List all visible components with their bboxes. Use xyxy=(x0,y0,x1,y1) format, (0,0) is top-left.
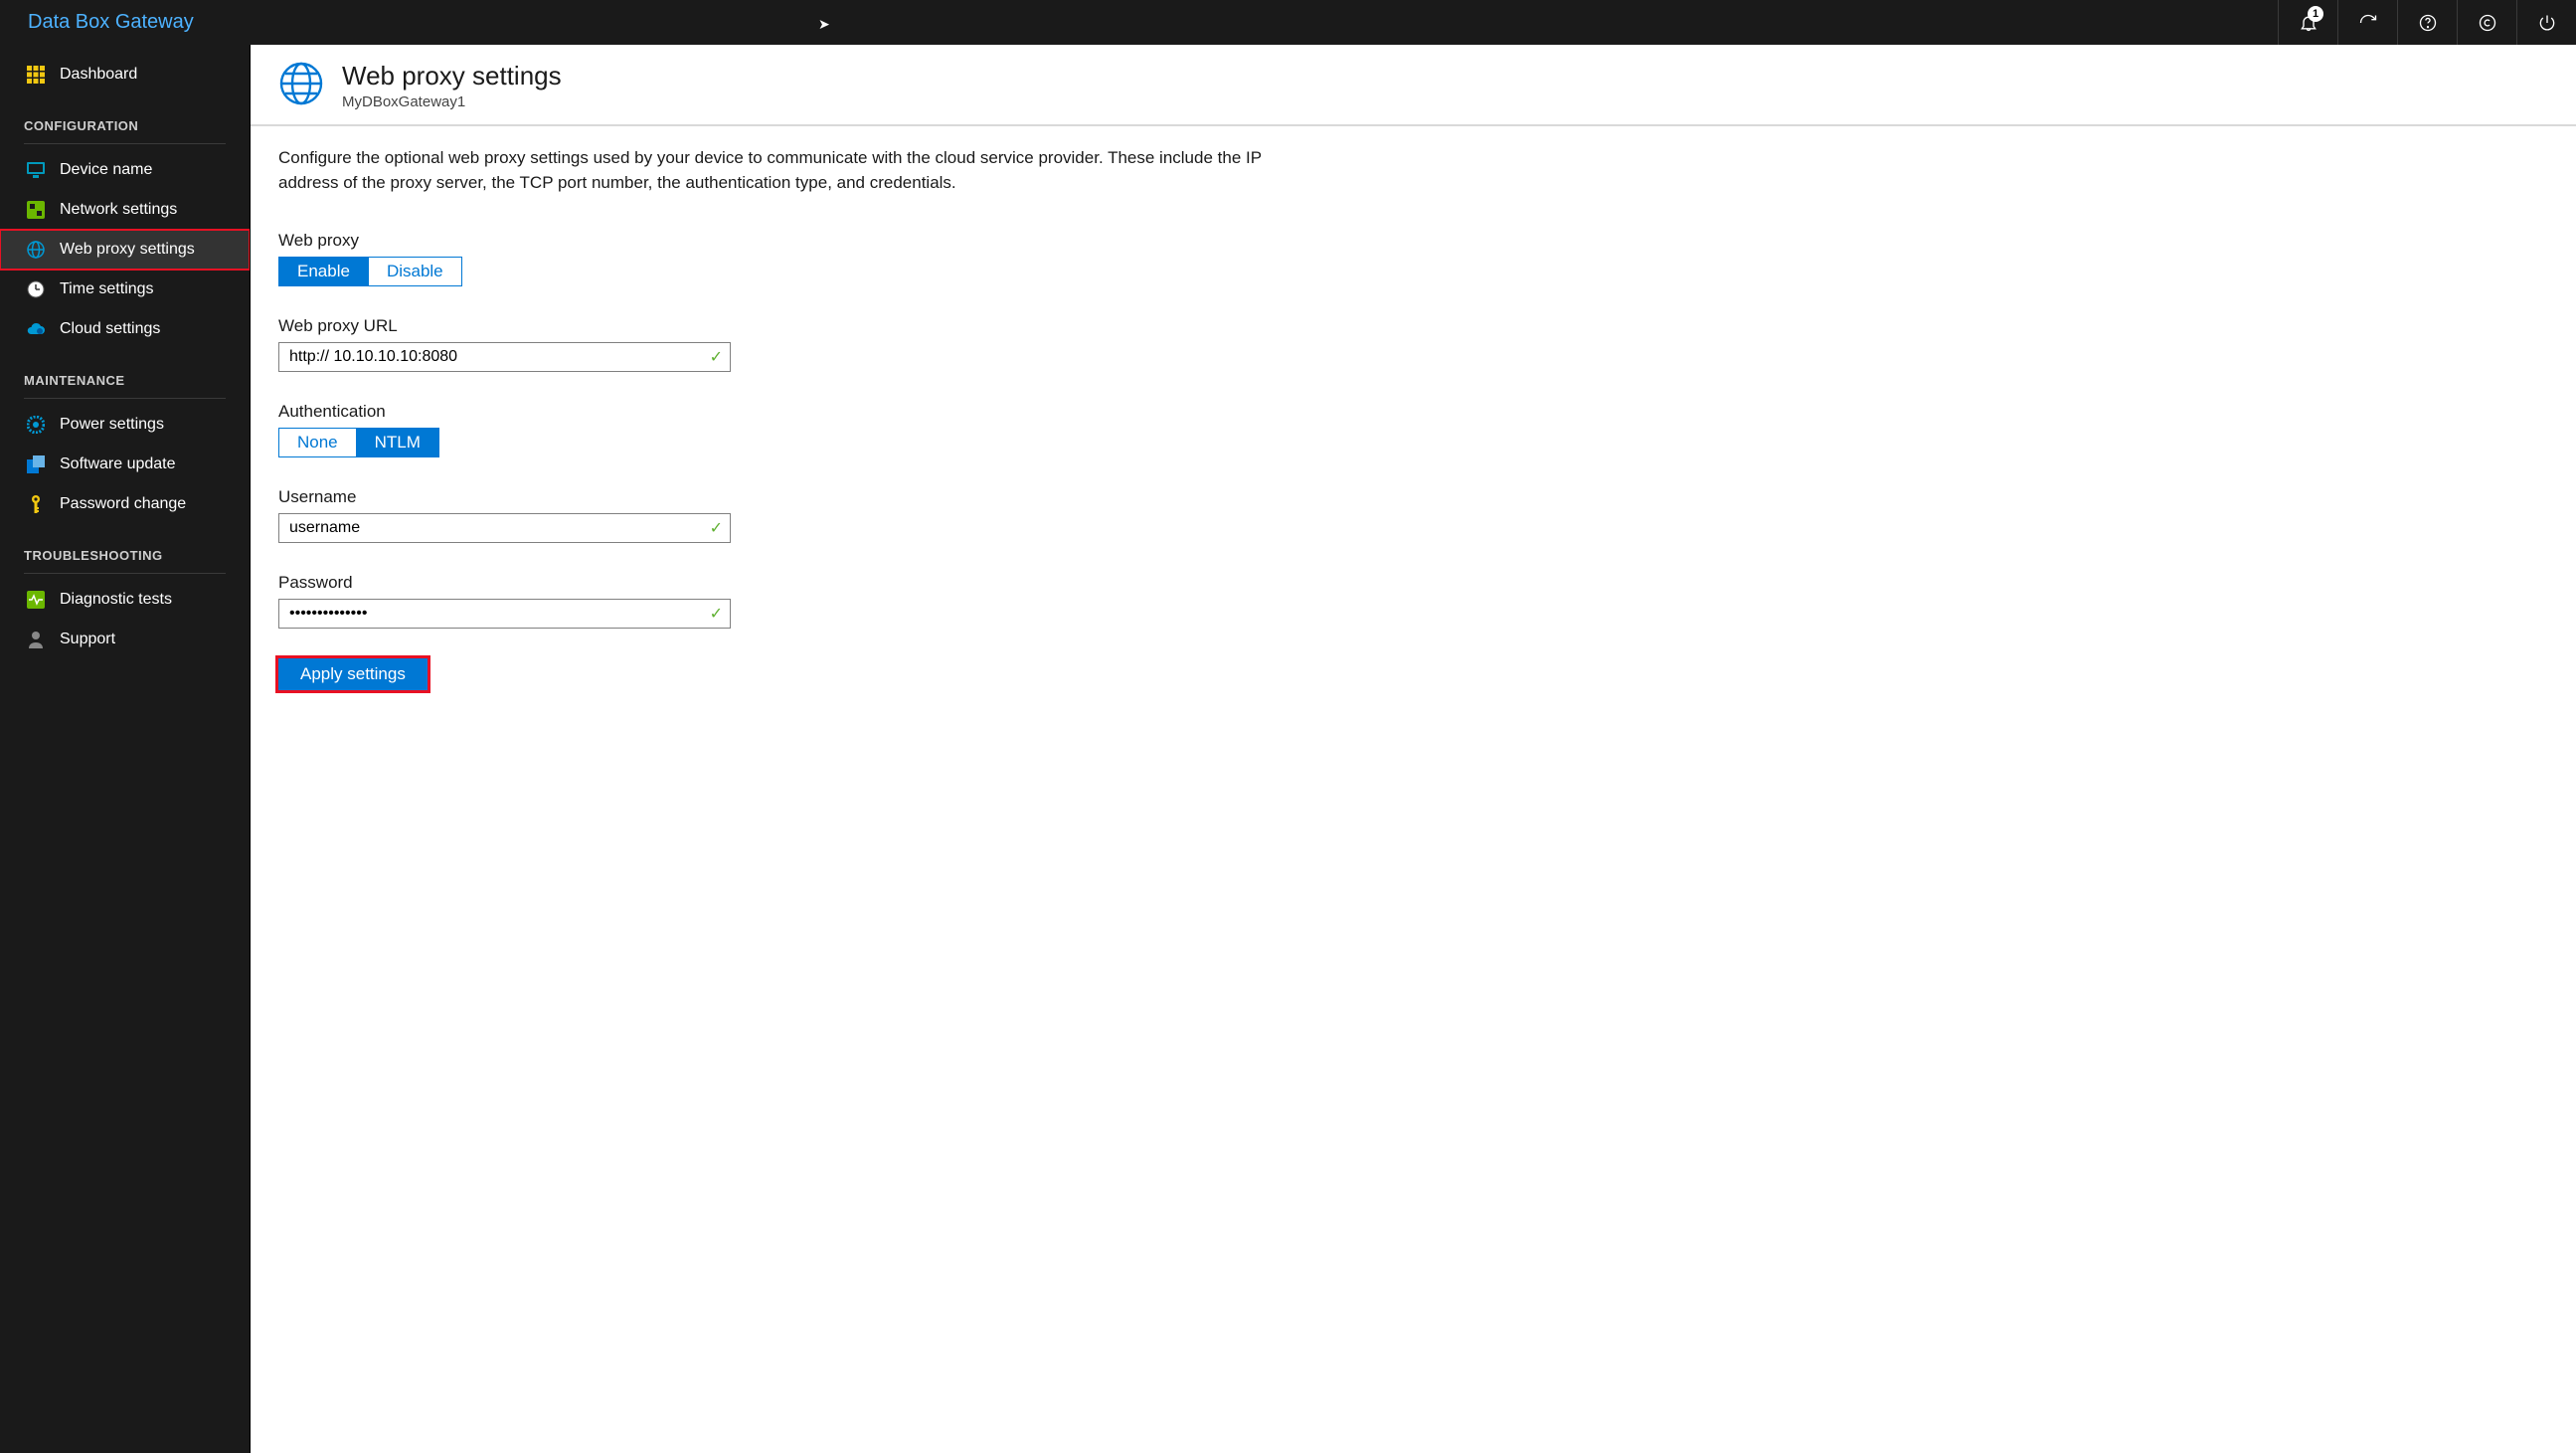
page-title: Web proxy settings xyxy=(342,61,562,91)
sidebar-item-diagnostic-tests[interactable]: Diagnostic tests xyxy=(0,580,250,620)
sidebar-divider xyxy=(24,398,226,399)
sidebar-item-label: Software update xyxy=(60,455,176,473)
top-bar: Data Box Gateway 1 xyxy=(0,0,2576,45)
web-proxy-enable-option[interactable]: Enable xyxy=(279,258,368,285)
cloud-gear-icon xyxy=(26,319,46,339)
help-button[interactable] xyxy=(2397,0,2457,45)
copyright-icon xyxy=(2478,13,2497,33)
sidebar-item-software-update[interactable]: Software update xyxy=(0,445,250,484)
page-description: Configure the optional web proxy setting… xyxy=(278,146,1316,195)
main-content: Web proxy settings MyDBoxGateway1 Config… xyxy=(250,45,2576,1453)
sidebar-item-label: Web proxy settings xyxy=(60,241,195,259)
sidebar-item-power-settings[interactable]: Power settings xyxy=(0,405,250,445)
field-label: Web proxy URL xyxy=(278,316,1316,336)
copyright-button[interactable] xyxy=(2457,0,2516,45)
sidebar-item-network-settings[interactable]: Network settings xyxy=(0,190,250,230)
field-web-proxy-url: Web proxy URL ✓ xyxy=(278,316,1316,372)
notifications-button[interactable]: 1 xyxy=(2278,0,2337,45)
update-icon xyxy=(26,454,46,474)
sidebar-item-label: Time settings xyxy=(60,280,154,298)
page-header: Web proxy settings MyDBoxGateway1 xyxy=(251,45,2576,126)
sidebar-section-configuration: CONFIGURATION xyxy=(0,94,250,139)
power-icon xyxy=(2537,13,2557,33)
key-icon xyxy=(26,494,46,514)
field-label: Web proxy xyxy=(278,231,1316,251)
authentication-toggle: None NTLM xyxy=(278,428,439,457)
auth-ntlm-option[interactable]: NTLM xyxy=(356,429,438,456)
refresh-icon xyxy=(2358,13,2378,33)
monitor-icon xyxy=(26,160,46,180)
sidebar-item-label: Dashboard xyxy=(60,66,137,84)
page-subtitle: MyDBoxGateway1 xyxy=(342,93,562,110)
sidebar-item-password-change[interactable]: Password change xyxy=(0,484,250,524)
sidebar-item-time-settings[interactable]: Time settings xyxy=(0,270,250,309)
sidebar-item-label: Cloud settings xyxy=(60,320,160,338)
sidebar-item-cloud-settings[interactable]: Cloud settings xyxy=(0,309,250,349)
sidebar-item-label: Support xyxy=(60,631,115,648)
globe-large-icon xyxy=(278,61,324,110)
field-authentication: Authentication None NTLM xyxy=(278,402,1316,457)
sidebar-item-label: Power settings xyxy=(60,416,164,434)
pulse-icon xyxy=(26,590,46,610)
power-button[interactable] xyxy=(2516,0,2576,45)
sidebar-section-troubleshooting: TROUBLESHOOTING xyxy=(0,524,250,569)
globe-icon xyxy=(26,240,46,260)
field-web-proxy: Web proxy Enable Disable xyxy=(278,231,1316,286)
person-icon xyxy=(26,630,46,649)
sidebar-item-label: Password change xyxy=(60,495,186,513)
sidebar-item-label: Network settings xyxy=(60,201,177,219)
field-password: Password ✓ xyxy=(278,573,1316,629)
sidebar-item-device-name[interactable]: Device name xyxy=(0,150,250,190)
help-icon xyxy=(2418,13,2438,33)
sidebar-divider xyxy=(24,143,226,144)
apply-settings-button[interactable]: Apply settings xyxy=(278,658,428,690)
sidebar-divider xyxy=(24,573,226,574)
gear-icon xyxy=(26,415,46,435)
web-proxy-url-input[interactable] xyxy=(278,342,731,372)
sidebar-section-maintenance: MAINTENANCE xyxy=(0,349,250,394)
grid-icon xyxy=(26,65,46,85)
field-label: Username xyxy=(278,487,1316,507)
field-label: Password xyxy=(278,573,1316,593)
field-username: Username ✓ xyxy=(278,487,1316,543)
username-input[interactable] xyxy=(278,513,731,543)
refresh-button[interactable] xyxy=(2337,0,2397,45)
brand-title: Data Box Gateway xyxy=(28,11,194,34)
network-icon xyxy=(26,200,46,220)
sidebar: Dashboard CONFIGURATION Device name Netw… xyxy=(0,45,250,1453)
sidebar-item-dashboard[interactable]: Dashboard xyxy=(0,55,250,94)
web-proxy-toggle: Enable Disable xyxy=(278,257,462,286)
auth-none-option[interactable]: None xyxy=(279,429,356,456)
sidebar-item-label: Diagnostic tests xyxy=(60,591,172,609)
sidebar-item-support[interactable]: Support xyxy=(0,620,250,659)
password-input[interactable] xyxy=(278,599,731,629)
notification-badge: 1 xyxy=(2308,6,2323,22)
clock-icon xyxy=(26,279,46,299)
sidebar-item-web-proxy-settings[interactable]: Web proxy settings xyxy=(0,230,250,270)
field-label: Authentication xyxy=(278,402,1316,422)
sidebar-item-label: Device name xyxy=(60,161,152,179)
web-proxy-disable-option[interactable]: Disable xyxy=(368,258,461,285)
